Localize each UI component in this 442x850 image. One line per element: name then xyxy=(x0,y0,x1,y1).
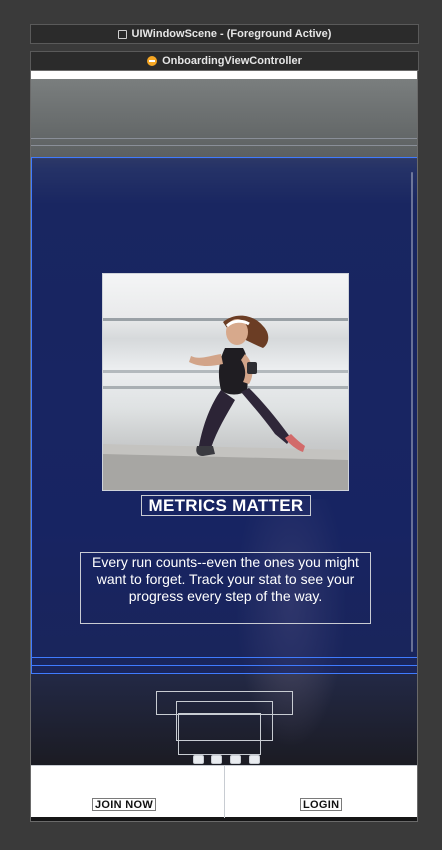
join-now-button[interactable]: JOIN NOW xyxy=(92,798,157,811)
page-control-container xyxy=(178,713,261,755)
background-street xyxy=(31,79,417,159)
login-button[interactable]: LOGIN xyxy=(300,798,343,811)
window-scene-icon xyxy=(117,29,127,39)
button-bar: JOIN NOW LOGIN xyxy=(31,765,417,818)
view-controller-bar[interactable]: OnboardingViewController xyxy=(30,51,419,71)
onboarding-title: METRICS MATTER xyxy=(141,495,311,516)
runner-figure xyxy=(103,315,348,490)
page-dot-3[interactable] xyxy=(230,755,241,764)
view-controller-title: OnboardingViewController xyxy=(162,55,302,67)
layout-guide-line xyxy=(32,665,417,666)
runner-photo xyxy=(102,273,349,491)
layout-guide-line xyxy=(32,657,417,658)
layout-guide-line xyxy=(31,138,417,139)
window-scene-bar[interactable]: UIWindowScene - (Foreground Active) xyxy=(30,24,419,44)
page-dot-2[interactable] xyxy=(211,755,222,764)
page-dot-4[interactable] xyxy=(249,755,260,764)
window-scene-title: UIWindowScene - (Foreground Active) xyxy=(131,28,332,40)
device-screen: METRICS MATTER Every run counts--even th… xyxy=(30,70,418,822)
layout-guide-line xyxy=(31,145,417,146)
button-divider xyxy=(224,766,225,818)
scroll-indicator[interactable] xyxy=(411,172,413,652)
view-controller-icon xyxy=(147,56,158,66)
onboarding-description: Every run counts--even the ones you migh… xyxy=(80,552,371,624)
page-dot-1[interactable] xyxy=(193,755,204,764)
